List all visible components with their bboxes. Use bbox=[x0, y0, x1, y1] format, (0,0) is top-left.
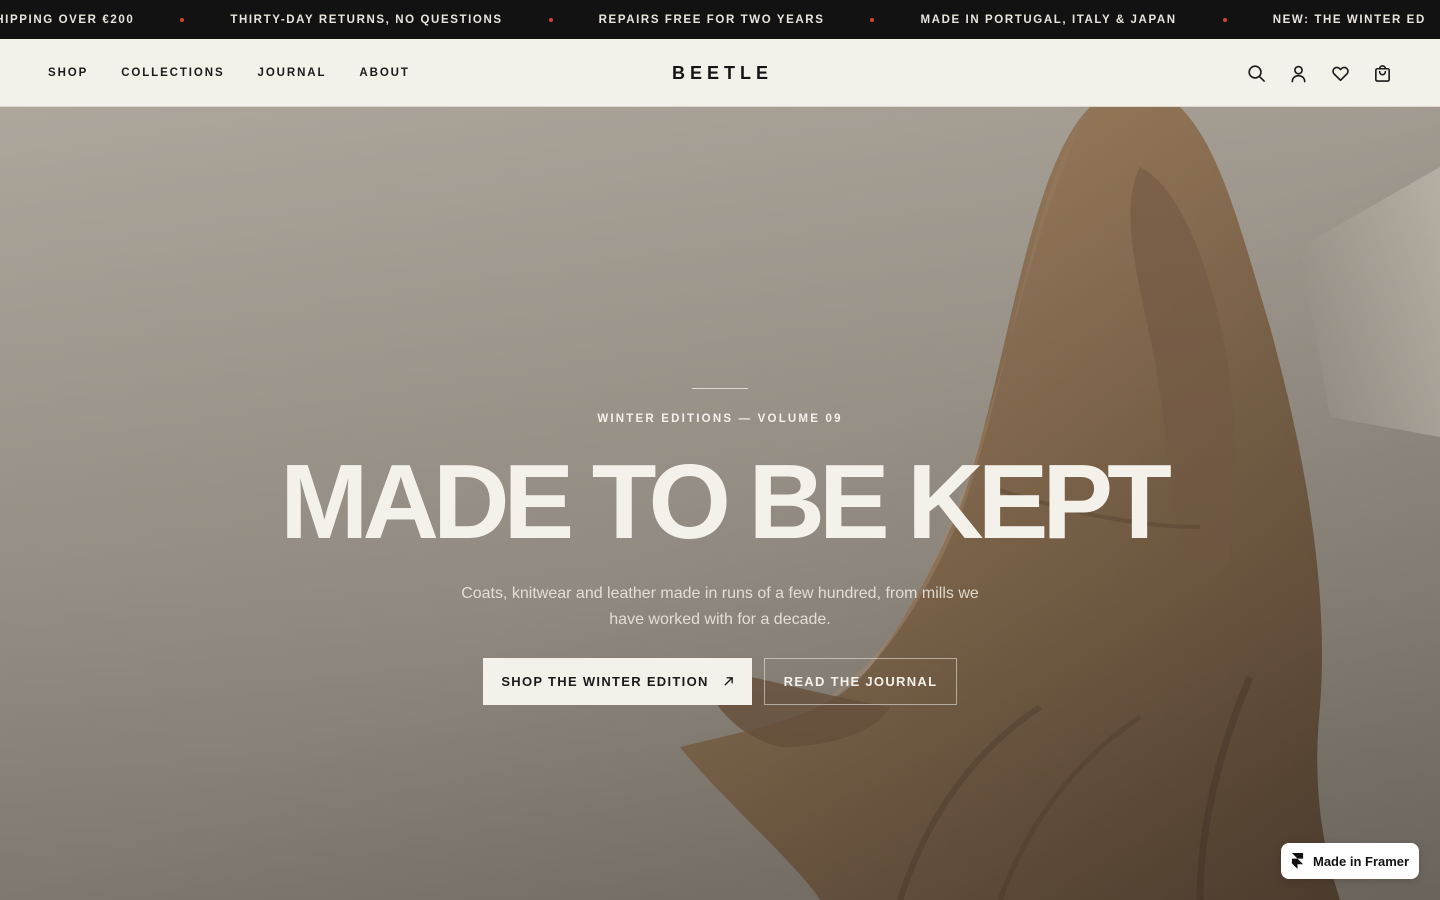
announcement-track: TARY SHIPPING OVER €200 THIRTY-DAY RETUR… bbox=[0, 0, 1426, 39]
wishlist-icon[interactable] bbox=[1330, 63, 1350, 83]
read-journal-label: READ THE JOURNAL bbox=[783, 674, 938, 689]
arrow-up-right-icon bbox=[724, 677, 733, 686]
hero-content: WINTER EDITIONS — VOLUME 09 MADE TO BE K… bbox=[0, 107, 1440, 900]
announcement-item: REPAIRS FREE FOR TWO YEARS bbox=[598, 13, 825, 26]
hero-headline: MADE TO BE KEPT bbox=[280, 443, 1172, 561]
framer-logo-icon bbox=[1291, 853, 1304, 869]
bag-icon[interactable] bbox=[1372, 63, 1392, 83]
shop-winter-edition-button[interactable]: SHOP THE WINTER EDITION bbox=[483, 658, 752, 705]
shop-winter-edition-label: SHOP THE WINTER EDITION bbox=[501, 674, 709, 689]
hero-eyebrow: WINTER EDITIONS — VOLUME 09 bbox=[597, 413, 843, 425]
nav-item-collections[interactable]: COLLECTIONS bbox=[121, 67, 224, 79]
nav-item-journal[interactable]: JOURNAL bbox=[258, 67, 327, 79]
hero-subline: Coats, knitwear and leather made in runs… bbox=[461, 585, 979, 628]
made-in-framer-badge[interactable]: Made in Framer bbox=[1281, 843, 1419, 879]
brand-logo[interactable]: BEETLE bbox=[667, 63, 773, 84]
hero-cta-row: SHOP THE WINTER EDITION READ THE JOURNAL bbox=[0, 658, 1440, 705]
separator-dot-icon bbox=[180, 17, 185, 22]
separator-dot-icon bbox=[548, 17, 553, 22]
hero-divider bbox=[692, 388, 748, 389]
hero-section: WINTER EDITIONS — VOLUME 09 MADE TO BE K… bbox=[0, 107, 1440, 900]
account-icon[interactable] bbox=[1288, 63, 1308, 83]
separator-dot-icon bbox=[870, 17, 875, 22]
announcement-item: TARY SHIPPING OVER €200 bbox=[0, 13, 135, 26]
main-nav: SHOP COLLECTIONS JOURNAL ABOUT bbox=[48, 39, 410, 107]
announcement-item: THIRTY-DAY RETURNS, NO QUESTIONS bbox=[230, 13, 503, 26]
nav-item-about[interactable]: ABOUT bbox=[359, 67, 409, 79]
header-actions bbox=[1246, 39, 1392, 107]
made-in-framer-label: Made in Framer bbox=[1313, 853, 1410, 869]
announcement-item: NEW: THE WINTER ED bbox=[1272, 13, 1426, 26]
site-header: SHOP COLLECTIONS JOURNAL ABOUT BEETLE bbox=[0, 39, 1440, 107]
search-icon[interactable] bbox=[1246, 63, 1266, 83]
separator-dot-icon bbox=[1222, 17, 1227, 22]
announcement-item: MADE IN PORTUGAL, ITALY & JAPAN bbox=[920, 13, 1177, 26]
announcement-bar: TARY SHIPPING OVER €200 THIRTY-DAY RETUR… bbox=[0, 0, 1440, 39]
nav-item-shop[interactable]: SHOP bbox=[48, 67, 88, 79]
read-journal-button[interactable]: READ THE JOURNAL bbox=[764, 658, 957, 705]
